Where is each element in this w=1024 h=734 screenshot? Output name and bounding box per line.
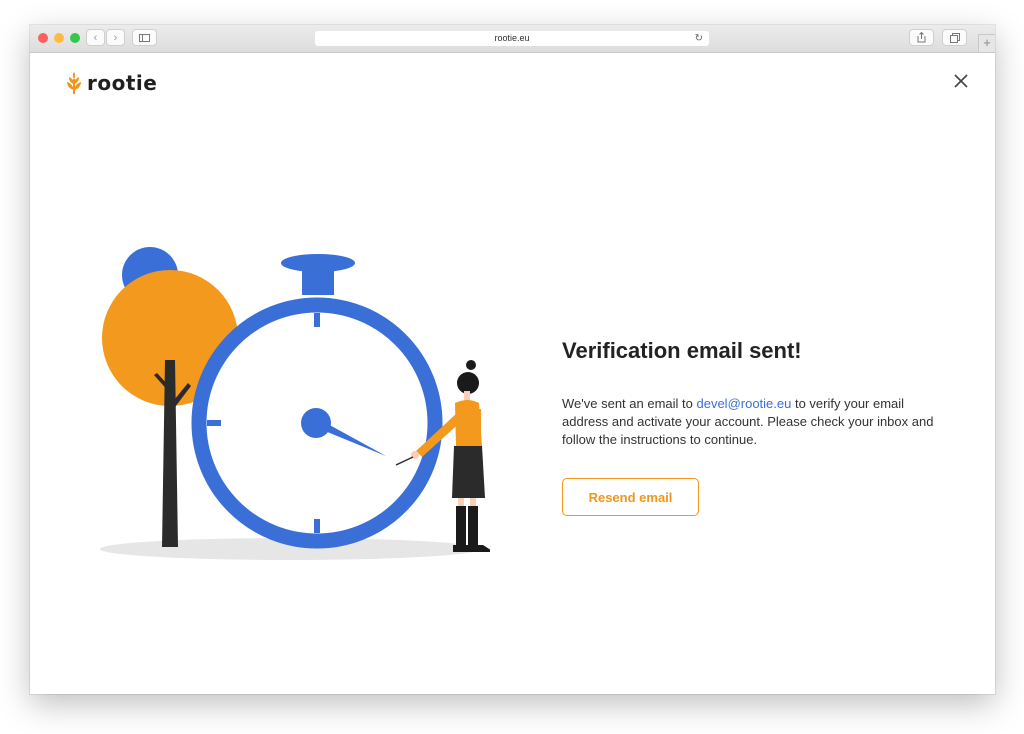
message-text-before: We've sent an email to [562,396,697,411]
tick-12 [314,313,320,327]
tick-9 [207,420,221,426]
logo[interactable]: rootie [65,71,157,95]
browser-toolbar: ‹ › rootie.eu ↻ + [30,25,995,53]
close-icon [954,74,968,88]
sidebar-toggle-button[interactable] [132,29,157,46]
close-button[interactable] [953,73,969,89]
stopwatch-stem [302,267,334,295]
email-link[interactable]: devel@rootie.eu [696,396,791,411]
page-title: Verification email sent! [562,338,802,363]
verification-message: We've sent an email to devel@rootie.eu t… [562,395,952,449]
share-icon [917,32,926,43]
stopwatch-hub [301,408,331,438]
resend-email-button[interactable]: Resend email [562,478,699,516]
new-tab-button[interactable]: + [978,34,995,52]
chevron-right-icon: › [113,31,118,44]
share-button[interactable] [909,29,934,46]
tabs-button[interactable] [942,29,967,46]
address-bar[interactable]: rootie.eu ↻ [315,31,709,46]
plus-icon: + [983,35,991,50]
sidebar-icon [139,33,150,42]
back-button[interactable]: ‹ [86,29,105,46]
zoom-window-button[interactable] [70,33,80,43]
page-content: rootie Verification email sent! We've se… [30,53,995,694]
browser-window: ‹ › rootie.eu ↻ + rootie Verification em… [30,25,995,694]
minimize-window-button[interactable] [54,33,64,43]
chevron-left-icon: ‹ [93,31,98,44]
reload-icon[interactable]: ↻ [695,31,703,46]
logo-text: rootie [87,71,158,95]
url-text: rootie.eu [494,33,530,43]
tick-6 [314,519,320,533]
tabs-icon [949,32,960,43]
forward-button[interactable]: › [106,29,125,46]
stopwatch-illustration [100,247,490,560]
close-window-button[interactable] [38,33,48,43]
wheat-icon [67,72,81,94]
